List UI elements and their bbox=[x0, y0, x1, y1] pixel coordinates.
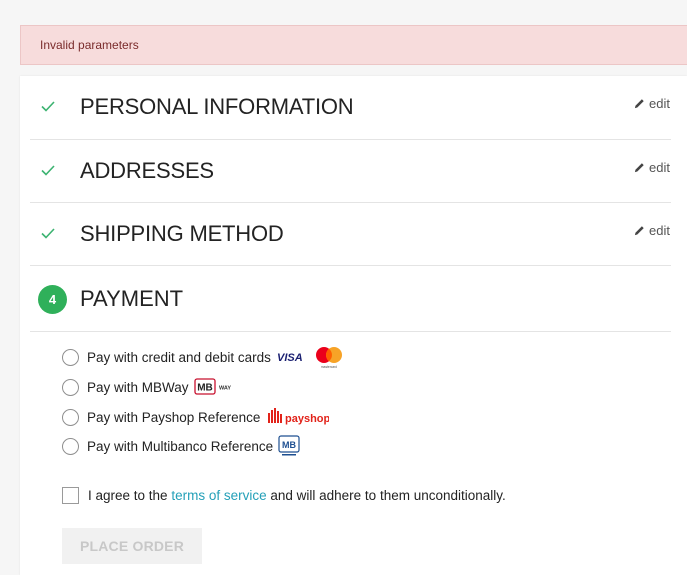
edit-personal-information-button[interactable]: edit bbox=[634, 96, 670, 111]
radio-button[interactable] bbox=[62, 348, 79, 366]
terms-prefix: I agree to the bbox=[88, 488, 168, 503]
step-title: PERSONAL INFORMATION bbox=[80, 94, 354, 119]
edit-label: edit bbox=[649, 160, 670, 175]
step-title: SHIPPING METHOD bbox=[80, 221, 284, 246]
check-icon bbox=[41, 228, 55, 239]
terms-agreement: I agree to the terms of service and will… bbox=[62, 487, 506, 504]
visa-logo-icon: VISA bbox=[276, 350, 306, 364]
multibanco-logo-text: MB bbox=[282, 440, 296, 450]
step-personal-information[interactable]: PERSONAL INFORMATION edit bbox=[20, 76, 687, 140]
option-label: Pay with MBWay bbox=[87, 379, 189, 395]
payment-option-multibanco[interactable]: Pay with Multibanco Reference MB bbox=[62, 435, 300, 457]
option-label: Pay with Payshop Reference bbox=[87, 409, 261, 425]
divider bbox=[30, 265, 671, 266]
place-order-button[interactable]: PLACE ORDER bbox=[62, 528, 202, 564]
multibanco-logo-icon: MB bbox=[278, 435, 300, 457]
payment-option-payshop[interactable]: Pay with Payshop Reference payshop bbox=[62, 406, 329, 428]
pencil-icon bbox=[634, 163, 644, 173]
payshop-logo-text: payshop bbox=[285, 413, 329, 425]
option-label: Pay with credit and debit cards bbox=[87, 349, 271, 365]
mbway-logo-icon: MB WAY bbox=[193, 378, 240, 396]
payment-option-mbway[interactable]: Pay with MBWay MB WAY bbox=[62, 376, 240, 398]
way-logo-text: WAY bbox=[219, 386, 231, 392]
mastercard-logo-icon: mastercard bbox=[311, 345, 347, 369]
step-title: ADDRESSES bbox=[80, 158, 214, 183]
error-alert: Invalid parameters bbox=[20, 25, 687, 65]
payment-option-cards[interactable]: Pay with credit and debit cards VISA mas… bbox=[62, 345, 347, 369]
pencil-icon bbox=[634, 226, 644, 236]
pencil-icon bbox=[634, 99, 644, 109]
radio-button[interactable] bbox=[62, 437, 79, 455]
option-label: Pay with Multibanco Reference bbox=[87, 438, 274, 454]
payshop-logo-icon: payshop bbox=[265, 407, 329, 427]
radio-button[interactable] bbox=[62, 408, 79, 426]
edit-shipping-method-button[interactable]: edit bbox=[634, 223, 670, 238]
terms-text: I agree to the terms of service and will… bbox=[88, 488, 506, 503]
edit-label: edit bbox=[649, 96, 670, 111]
check-icon bbox=[41, 101, 55, 112]
terms-of-service-link[interactable]: terms of service bbox=[171, 488, 266, 503]
mb-logo-text: MB bbox=[197, 383, 213, 394]
step-addresses[interactable]: ADDRESSES edit bbox=[20, 140, 687, 203]
divider bbox=[30, 331, 671, 332]
radio-button[interactable] bbox=[62, 378, 79, 396]
payment-title: PAYMENT bbox=[80, 286, 184, 311]
step-shipping-method[interactable]: SHIPPING METHOD edit bbox=[20, 203, 687, 266]
mastercard-logo-text: mastercard bbox=[321, 365, 337, 369]
terms-checkbox[interactable] bbox=[62, 487, 79, 504]
step-number-badge: 4 bbox=[38, 285, 67, 314]
edit-label: edit bbox=[649, 223, 670, 238]
check-icon bbox=[41, 165, 55, 176]
checkout-card: PERSONAL INFORMATION edit ADDRESSES edit… bbox=[20, 76, 687, 575]
terms-suffix: and will adhere to them unconditionally. bbox=[270, 488, 506, 503]
edit-addresses-button[interactable]: edit bbox=[634, 160, 670, 175]
error-alert-text: Invalid parameters bbox=[40, 38, 139, 52]
visa-logo-text: VISA bbox=[277, 352, 303, 364]
